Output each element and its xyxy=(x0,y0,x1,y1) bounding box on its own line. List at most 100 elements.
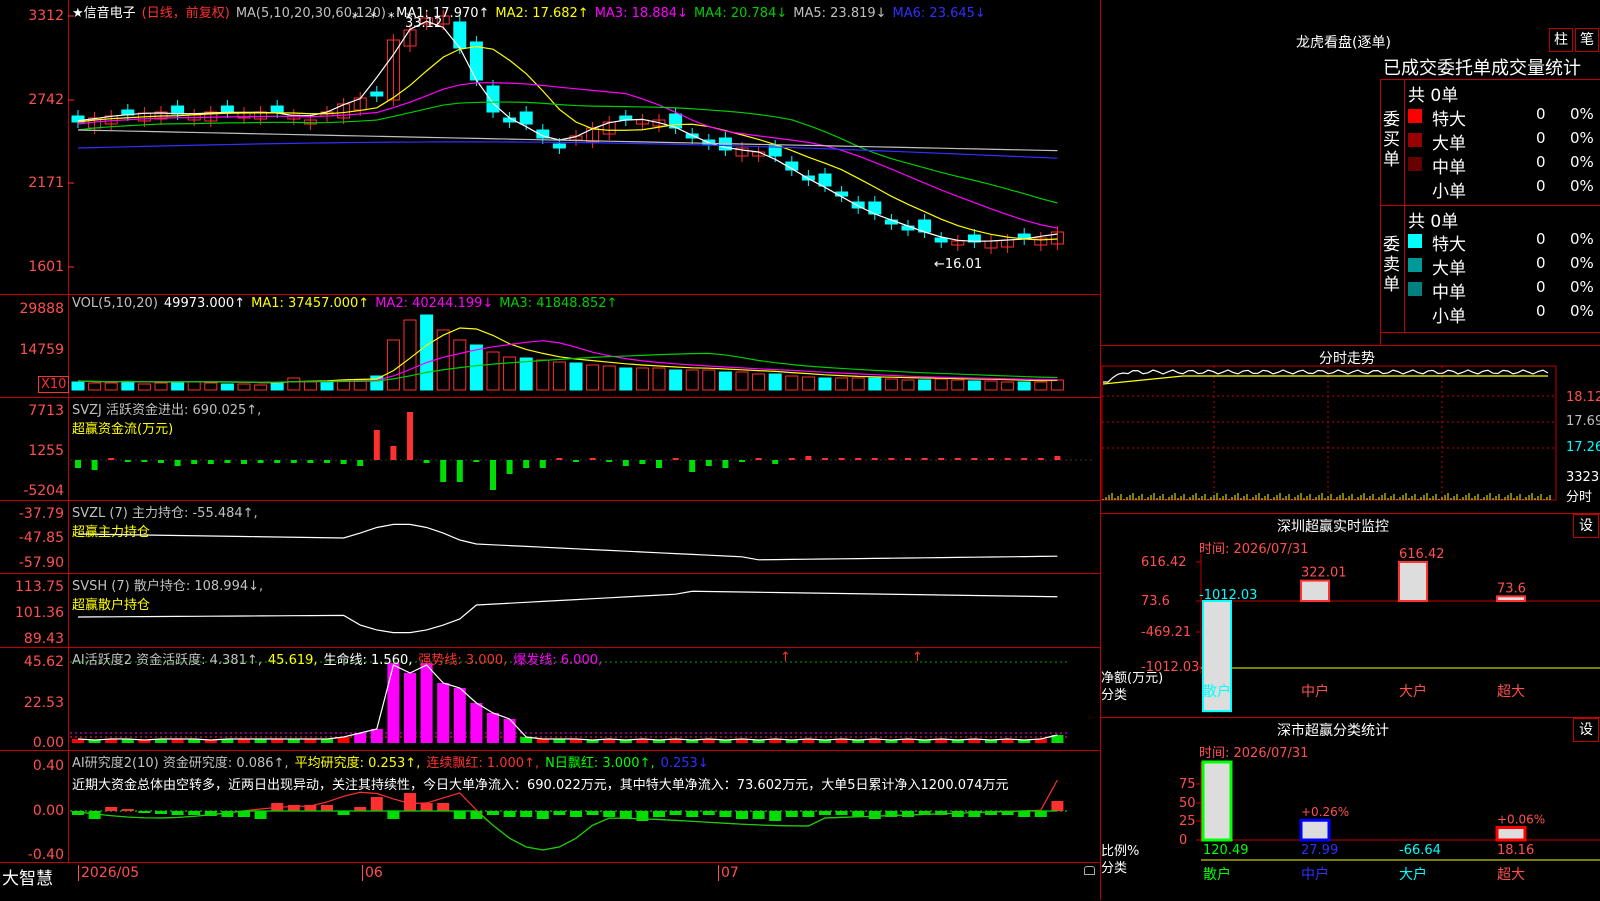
net-flow-bar-chart[interactable]: 616.4273.6-469.21-1012.03-1012.03散户322.0… xyxy=(1101,514,1600,718)
ratio-bar-chart[interactable]: 75 50 25 0 120.49 散户 +0.26% 27.99 中户 -66.64 大户 +0.0… xyxy=(1101,718,1600,901)
sz-category-panel[interactable]: 深市超赢分类统计 设 时间: 2026/07/31 75 50 25 0 120.49 散… xyxy=(1101,717,1600,901)
volume-bar xyxy=(453,339,467,391)
flow-bar xyxy=(440,460,447,482)
flow-bar xyxy=(274,460,281,463)
intraday-panel[interactable]: 分时走势 18.12 17.69 17.26 3323 分时 xyxy=(1101,345,1600,514)
order-swatch xyxy=(1408,181,1422,195)
date-label: 2026/05 xyxy=(78,865,139,881)
sz-monitor-panel[interactable]: 深圳超赢实时监控 设 时间: 2026/07/31 616.42 73.6 -469… xyxy=(1101,513,1600,718)
order-row: 特大 0 0% xyxy=(1408,230,1600,255)
ma5-line xyxy=(77,129,1058,152)
flow-bar xyxy=(822,458,828,460)
svzj-subtitle: 超赢资金流(万元) xyxy=(72,422,174,437)
research-bar xyxy=(1034,811,1047,817)
research-bar xyxy=(321,805,333,811)
order-volume: 0 xyxy=(1536,153,1546,171)
flow-bar xyxy=(971,458,978,460)
volume-value: 49973.000↑ xyxy=(163,296,246,311)
volume-bar xyxy=(88,382,102,391)
bar-mode-button[interactable]: 柱 xyxy=(1549,28,1573,52)
research-bar xyxy=(387,811,400,819)
ratio-y-tick: 50 xyxy=(1179,796,1196,811)
volume-panel[interactable]: 29888 14759 X10 VOL(5,10,20) 49973.000↑ MA… xyxy=(0,294,1100,398)
dragon-tiger-header: 已成交委托单成交量统计 xyxy=(1383,58,1581,79)
research-bar xyxy=(171,811,184,815)
volume-bar xyxy=(685,369,699,391)
flow-bar xyxy=(656,460,662,468)
volume-bar xyxy=(901,379,915,391)
order-swatch xyxy=(1408,234,1422,248)
order-volume: 0 xyxy=(1536,302,1546,320)
volume-bar xyxy=(868,377,882,391)
candlestick-chart[interactable]: 33.12←16.01* * * * xyxy=(0,0,1100,294)
order-percent: 0% xyxy=(1570,177,1594,195)
research-bar xyxy=(868,811,881,819)
svzl-panel[interactable]: -37.79 -47.85 -57.90 SVZL (7) 主力持仓: -55.… xyxy=(0,500,1100,574)
volume-bar xyxy=(702,369,716,391)
research-bar xyxy=(138,811,151,813)
ai-active-panel[interactable]: 45.62 22.53 0.00 ↑ ↑ AI活跃度2 资金活跃度: 4.381↑… xyxy=(0,647,1100,751)
order-percent: 0% xyxy=(1570,302,1594,320)
order-percent: 0% xyxy=(1570,254,1594,272)
flow-bar xyxy=(1021,458,1028,460)
lock-icon[interactable] xyxy=(1084,866,1095,875)
research-bar xyxy=(603,811,616,817)
ai-research-panel[interactable]: 0.40 0.00 -0.40 AI研究度2(10) 资金研究度: 0.086↑… xyxy=(0,750,1100,863)
flow-bar xyxy=(407,412,413,460)
price-panel[interactable]: 3312 2742 2171 1601 33.12 ←16.01 * * * * ★信音电… xyxy=(0,0,1100,295)
ai-research-summary: 近期大资金总体由空转多，近两日出现异动，关注其持续性，今日大单净流入：690.0… xyxy=(72,778,1009,793)
activity-bar xyxy=(437,683,450,743)
monitor-category: 超大 xyxy=(1497,684,1525,700)
volume-bar xyxy=(104,382,118,391)
date-label: 06 xyxy=(362,865,383,881)
dragon-tiger-panel: 龙虎看盘(逐单) 柱 笔 已成交委托单成交量统计 委买单 共 0单 特大 0 0% 大… xyxy=(1101,0,1600,345)
volume-bar xyxy=(519,357,533,391)
order-row: 中单 0 0% xyxy=(1408,278,1600,303)
flow-bar xyxy=(423,460,430,463)
date-axis: 大智慧 2026/05 06 07 xyxy=(0,862,1100,900)
monitor-y-tick: -469.21 xyxy=(1141,625,1191,640)
research-bar xyxy=(686,811,699,817)
flow-bar xyxy=(191,460,198,464)
research-bar xyxy=(553,811,566,815)
research-bar xyxy=(951,811,964,817)
indicator-value: 生命线: 1.560, xyxy=(323,653,413,668)
order-row: 大单 0 0% xyxy=(1408,129,1600,154)
stroke-mode-button[interactable]: 笔 xyxy=(1575,28,1599,52)
net-flow-bar xyxy=(1496,595,1526,603)
research-bar xyxy=(1051,801,1064,811)
order-type: 小单 xyxy=(1432,307,1466,327)
volume-bar xyxy=(569,362,583,391)
intraday-chart[interactable] xyxy=(1101,346,1600,514)
order-volume: 0 xyxy=(1536,129,1546,147)
volume-bar xyxy=(121,381,135,391)
volume-bar xyxy=(768,373,782,391)
volume-bar xyxy=(254,384,268,391)
flow-bar xyxy=(589,458,596,460)
research-bar xyxy=(254,811,267,819)
ratio-value: 18.16 xyxy=(1497,843,1534,858)
ratio-y-tick: 75 xyxy=(1179,777,1196,792)
svzj-panel[interactable]: 7713 1255 -5204 SVZJ 活跃资金进出: 690.025↑, 超… xyxy=(0,397,1100,501)
order-type: 大单 xyxy=(1432,134,1466,154)
flow-bar xyxy=(141,460,148,462)
indicator-value: MA3: 41848.852↑ xyxy=(499,296,618,311)
indicator-value: 爆发线: 6.000, xyxy=(513,653,603,668)
svzj-label: SVZJ 活跃资金进出: 690.025↑, xyxy=(72,403,262,418)
svsh-title: SVSH (7) 散户持仓: 108.994↓, 超赢散户持仓 xyxy=(72,575,263,613)
net-flow-bar xyxy=(1300,579,1330,602)
flow-bar xyxy=(373,430,380,460)
volume-bar xyxy=(287,377,301,391)
sell-rows: 特大 0 0% 大单 0 0% 中单 0 0% 小单 0 0% xyxy=(1408,230,1600,327)
order-swatch xyxy=(1408,109,1422,123)
flow-bar xyxy=(324,460,330,463)
flow-bar xyxy=(490,460,496,490)
svsh-panel[interactable]: 113.75 101.36 89.43 SVSH (7) 散户持仓: 108.9… xyxy=(0,573,1100,648)
order-type: 大单 xyxy=(1432,259,1466,279)
order-swatch xyxy=(1408,258,1422,272)
ai-active-label: AI活跃度2 资金活跃度: 4.381↑, xyxy=(72,653,262,668)
flow-bar xyxy=(606,460,613,462)
flow-bar xyxy=(307,460,314,463)
flow-bar xyxy=(755,458,762,460)
order-type: 小单 xyxy=(1432,182,1466,202)
